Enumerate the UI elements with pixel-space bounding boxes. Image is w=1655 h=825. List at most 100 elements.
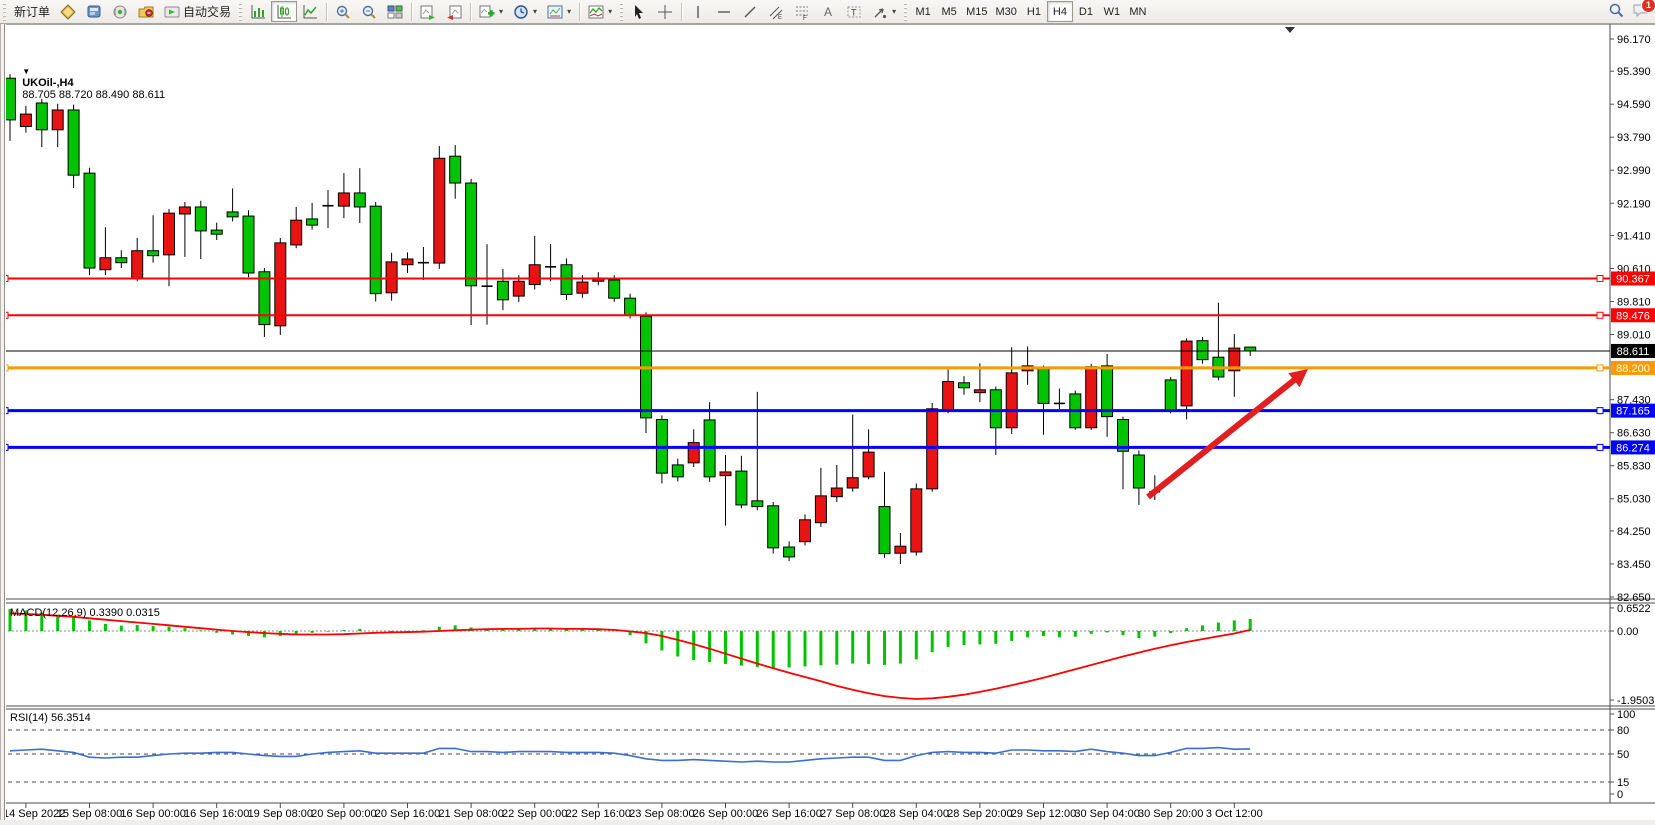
text-button[interactable]: A — [815, 1, 841, 22]
market-watch-icon — [60, 4, 76, 20]
new-order-button[interactable]: 新订单 — [9, 1, 55, 22]
text-icon: A — [820, 4, 836, 20]
price-tick-label: 93.790 — [1617, 132, 1651, 144]
toolbar-grip[interactable] — [903, 3, 908, 21]
market-watch-button[interactable] — [55, 1, 81, 22]
profile-prev-button[interactable] — [441, 1, 467, 22]
tf-D1-button[interactable]: D1 — [1073, 1, 1099, 22]
line-handle[interactable] — [1597, 408, 1603, 414]
candle-body — [847, 478, 858, 488]
arrows-icon — [872, 4, 888, 20]
price-level-badge-label: 90.367 — [1616, 273, 1650, 285]
tf-MN-button[interactable]: MN — [1125, 1, 1151, 22]
line-chart-icon — [302, 4, 318, 20]
candle-body — [1133, 455, 1144, 488]
channel-button[interactable]: E — [763, 1, 789, 22]
fibonacci-button[interactable]: F — [789, 1, 815, 22]
tf-W1-button[interactable]: W1 — [1099, 1, 1125, 22]
autotrading-label: 自动交易 — [183, 3, 231, 20]
candlestick[interactable] — [1165, 377, 1176, 413]
candle-body — [148, 251, 159, 256]
price-level-badge-label: 88.611 — [1617, 346, 1650, 358]
profile-next-button[interactable] — [415, 1, 441, 22]
candlestick[interactable] — [434, 146, 445, 269]
terminal-button[interactable] — [133, 1, 159, 22]
notifications-button[interactable]: 1 — [1632, 2, 1649, 21]
toolbar: 新订单 自动交易 ▾ — [0, 0, 1655, 24]
toolbar-grip[interactable] — [619, 3, 624, 21]
tf-M30-button[interactable]: M30 — [992, 1, 1021, 22]
tf-M5-button[interactable]: M5 — [936, 1, 962, 22]
candlestick[interactable] — [911, 483, 922, 555]
indicators-icon — [588, 4, 604, 20]
tf-H4-button[interactable]: H4 — [1047, 1, 1073, 22]
zoom-in-button[interactable] — [330, 1, 356, 22]
candlestick-chart-button[interactable] — [271, 1, 297, 22]
candlestick[interactable] — [641, 312, 652, 433]
candlestick[interactable] — [370, 202, 381, 301]
candle-body — [577, 282, 588, 293]
cursor-button[interactable] — [626, 1, 652, 22]
strategy-navigator-button[interactable] — [107, 1, 133, 22]
bar-chart-button[interactable] — [245, 1, 271, 22]
fibonacci-icon: F — [794, 4, 810, 20]
dropdown-arrow-icon: ▾ — [608, 7, 612, 16]
candlestick[interactable] — [656, 415, 667, 483]
time-tick-label: 29 Sep 12:00 — [1011, 808, 1076, 820]
trendline-icon — [742, 4, 758, 20]
trendline-button[interactable] — [737, 1, 763, 22]
text-label-button[interactable]: T — [841, 1, 867, 22]
time-tick-label: 3 Oct 12:00 — [1206, 808, 1263, 820]
tf-H1-button[interactable]: H1 — [1021, 1, 1047, 22]
line-chart-button[interactable] — [297, 1, 323, 22]
line-handle[interactable] — [1597, 444, 1603, 450]
time-tick-label: 27 Sep 08:00 — [820, 808, 885, 820]
period-button[interactable]: ▾ — [508, 1, 542, 22]
candlestick[interactable] — [243, 210, 254, 277]
macd-axis-label: 0.00 — [1617, 626, 1638, 638]
crosshair-icon — [657, 4, 673, 20]
new-chart-button[interactable]: ▾ — [474, 1, 508, 22]
candle-body — [386, 262, 397, 293]
horizontal-line-icon — [716, 4, 732, 20]
templates-button[interactable]: ▾ — [542, 1, 576, 22]
candlestick[interactable] — [275, 238, 286, 335]
tf-M15-button[interactable]: M15 — [962, 1, 991, 22]
candle-body — [800, 520, 811, 542]
horizontal-line-button[interactable] — [711, 1, 737, 22]
candlestick[interactable] — [1086, 364, 1097, 430]
time-tick-label: 30 Sep 20:00 — [1138, 808, 1203, 820]
price-tick-label: 96.170 — [1617, 34, 1651, 46]
candle-body — [164, 213, 175, 255]
symbol-dropdown-icon[interactable]: ▼ — [22, 67, 30, 76]
autotrading-button[interactable]: 自动交易 — [159, 1, 236, 22]
price-level-badge-label: 89.476 — [1616, 310, 1650, 322]
candlestick[interactable] — [1197, 337, 1208, 364]
toolbar-grip[interactable] — [2, 3, 7, 21]
price-level-badge-label: 86.274 — [1616, 442, 1650, 454]
price-tick-label: 91.410 — [1617, 230, 1651, 242]
price-tick-label: 89.810 — [1617, 296, 1651, 308]
toolbar-grip[interactable] — [238, 3, 243, 21]
candle-body — [831, 488, 842, 497]
line-handle[interactable] — [1597, 312, 1603, 318]
price-tick-label: 92.190 — [1617, 198, 1651, 210]
line-handle[interactable] — [1597, 365, 1603, 371]
indicators-button[interactable]: ▾ — [583, 1, 617, 22]
zoom-out-button[interactable] — [356, 1, 382, 22]
chart-canvas[interactable]: 96.17095.39094.59093.79092.99092.19091.4… — [0, 24, 1655, 825]
vertical-line-button[interactable] — [685, 1, 711, 22]
data-window-button[interactable] — [81, 1, 107, 22]
bar-chart-icon — [250, 4, 266, 20]
search-icon[interactable] — [1608, 2, 1624, 21]
signal-icon — [112, 4, 128, 20]
crosshair-button[interactable] — [652, 1, 678, 22]
arrows-button[interactable]: ▾ — [867, 1, 901, 22]
tf-M1-button[interactable]: M1 — [910, 1, 936, 22]
line-handle[interactable] — [1597, 275, 1603, 281]
candlestick[interactable] — [68, 105, 79, 188]
tile-windows-button[interactable] — [382, 1, 408, 22]
candle-body — [959, 383, 970, 388]
candlestick[interactable] — [768, 502, 779, 554]
candlestick[interactable] — [84, 168, 95, 275]
